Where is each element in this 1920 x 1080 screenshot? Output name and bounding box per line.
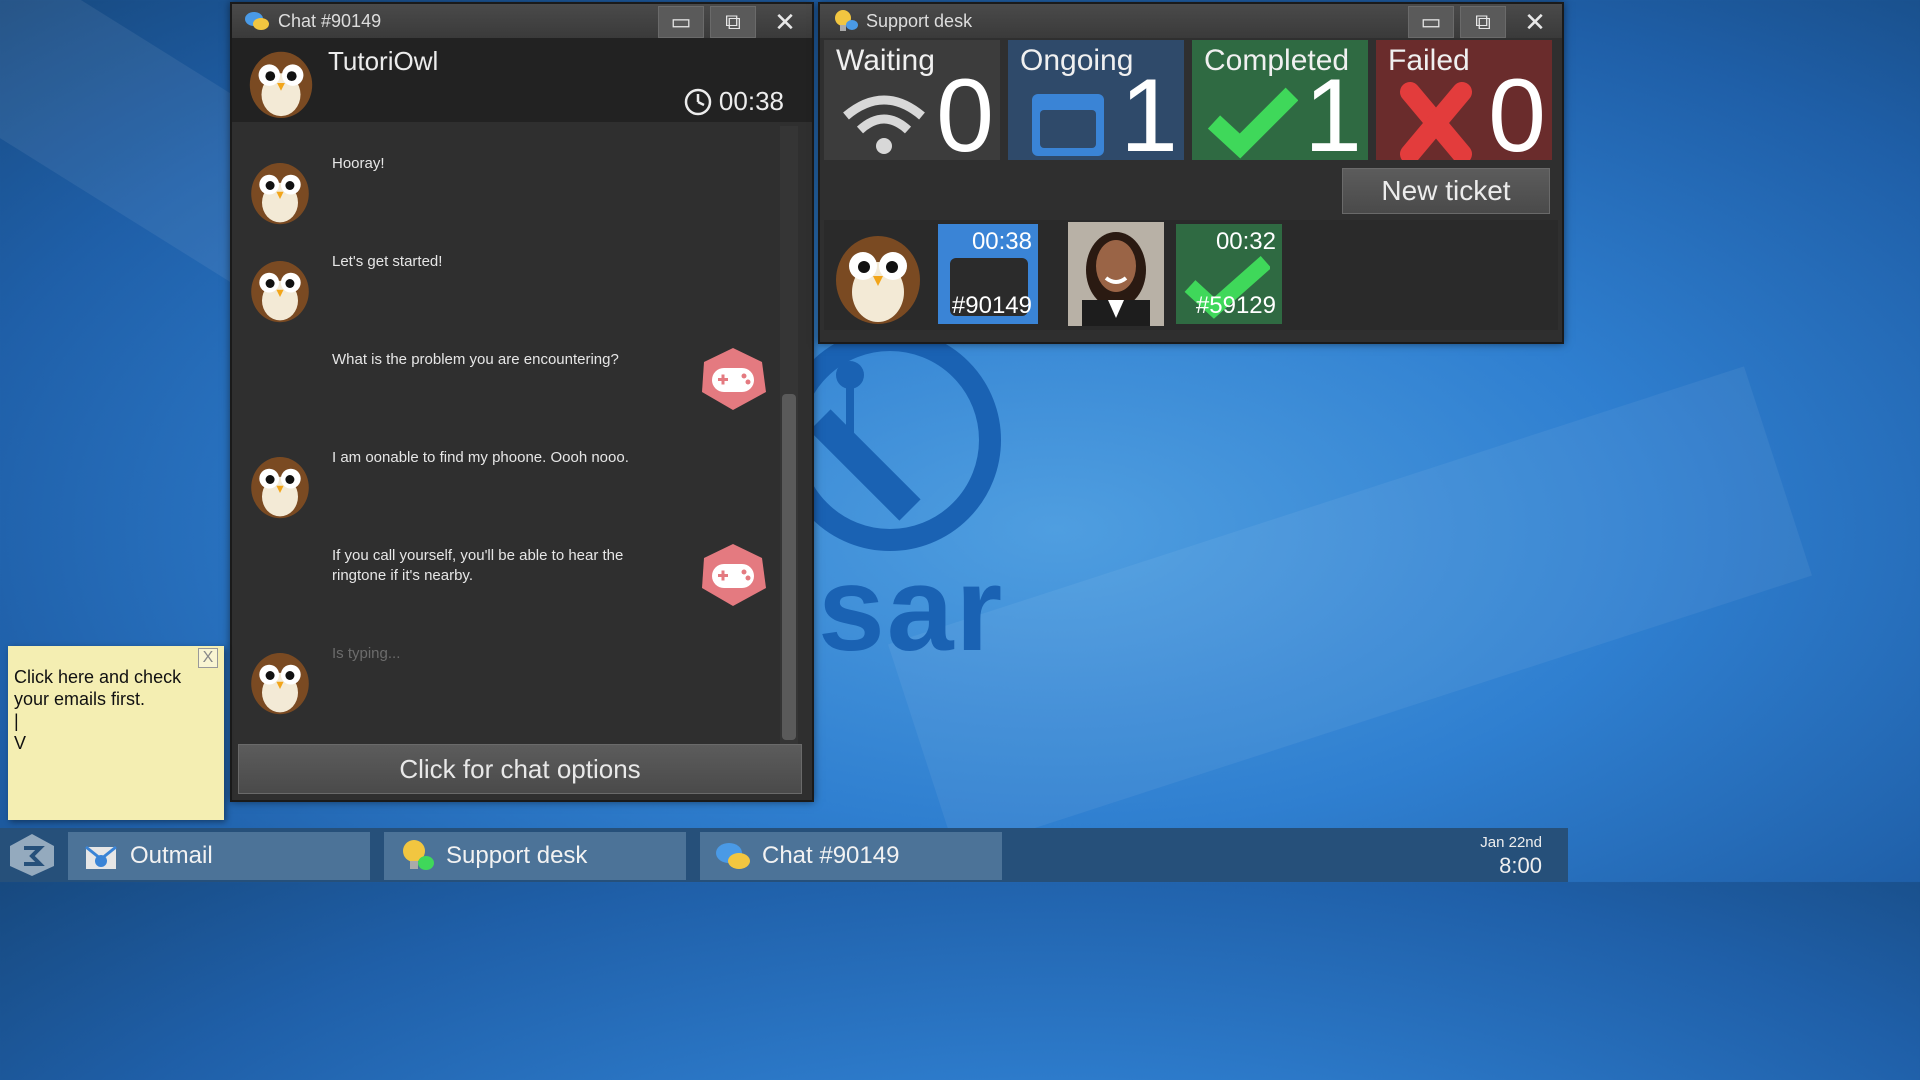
chat-timer-value: 00:38 [718,86,784,116]
chat-titlebar[interactable]: Chat #90149 ▭ ⧉ ✕ [232,4,812,38]
start-menu-icon[interactable] [6,832,58,878]
taskbar-item-chat[interactable]: Chat #90149 [700,832,1002,880]
ticket-id: #59129 [1195,292,1276,319]
mail-icon [85,845,117,869]
owl-avatar [249,51,313,119]
chat-message-text: I am oonable to find my phoone. Oooh noo… [332,449,629,466]
checkmark-icon [1207,87,1298,159]
stat-count: 0 [1488,58,1546,160]
lightbulb-icon [835,10,858,31]
chat-message: Let's get started! [236,248,766,344]
chat-message-text: What is the problem you are encountering… [332,351,619,368]
chat-message-text: Hooray! [332,155,385,172]
chat-message: I am oonable to find my phoone. Oooh noo… [236,444,766,540]
stat-label: Failed [1388,44,1470,77]
clock-icon [684,88,712,115]
stat-completed: Completed 1 [1192,40,1368,160]
chat-message: Is typing... [236,640,766,736]
cross-icon [1400,82,1472,160]
maximize-icon: ⧉ [1475,9,1491,34]
ticket-time: 00:38 [971,228,1032,255]
stat-count: 1 [1120,58,1178,160]
chat-scrollbar[interactable] [780,126,798,744]
support-desk-titlebar[interactable]: Support desk ▭ ⧉ ✕ [820,4,1562,38]
stat-count: 1 [1304,58,1362,160]
minimize-icon: ▭ [670,9,692,34]
chat-timer: 00:38 [683,86,784,117]
sticky-note-text[interactable]: Click here and check your emails first. … [14,666,210,754]
close-button[interactable]: ✕ [762,6,808,38]
owl-avatar [251,457,309,519]
chat-message-text: If you call yourself, you'll be able to … [332,547,624,584]
chat-message: If you call yourself, you'll be able to … [236,542,766,638]
maximize-button[interactable]: ⧉ [710,6,756,38]
stat-label: Waiting [836,44,935,77]
maximize-icon: ⧉ [725,9,741,34]
close-icon: ✕ [1524,6,1546,37]
close-icon: ✕ [774,6,796,37]
stat-count: 0 [936,58,994,160]
sticky-note[interactable]: X Click here and check your emails first… [8,646,224,820]
taskbar-item-label: Support desk [446,842,588,869]
taskbar: Outmail Support desk Chat #90149 Jan 22n… [0,828,1568,882]
ticket-list: 00:38 #90149 00:32 #59129 [824,220,1558,330]
owl-avatar [251,653,309,715]
chat-scrollbar-thumb[interactable] [782,394,796,740]
support-desk-title: Support desk [866,10,973,31]
window-icon [1032,94,1104,156]
customer-avatar[interactable] [1068,222,1164,326]
new-ticket-button[interactable]: New ticket [1342,168,1550,214]
support-desk-window[interactable]: Support desk ▭ ⧉ ✕ Waiting 0 Ongoing 1 C… [818,2,1564,344]
owl-avatar [251,261,309,323]
typing-indicator: Is typing... [332,645,401,662]
wallpaper-text: sar [818,542,1005,676]
agent-name: TutoriOwl [328,46,439,76]
ticket-card-90149[interactable]: 00:38 #90149 [938,224,1038,324]
chat-header: TutoriOwl 00:38 [232,38,812,122]
stat-waiting: Waiting 0 [824,40,1000,160]
taskbar-item-label: Outmail [130,842,213,869]
chat-window[interactable]: Chat #90149 ▭ ⧉ ✕ TutoriOwl 00:38 Hooray… [230,2,814,802]
close-button[interactable]: ✕ [1512,6,1558,38]
taskbar-item-label: Chat #90149 [762,842,900,869]
gamepad-icon [702,544,766,606]
taskbar-item-outmail[interactable]: Outmail [68,832,370,880]
chat-window-title: Chat #90149 [278,10,382,31]
chat-message: Hooray! [236,150,766,246]
maximize-button[interactable]: ⧉ [1460,6,1506,38]
owl-avatar [251,163,309,225]
sticky-note-close-button[interactable]: X [198,648,218,668]
chat-message: What is the problem you are encountering… [236,346,766,442]
chat-bubble-icon [245,12,269,30]
ticket-card-59129[interactable]: 00:32 #59129 [1176,224,1282,324]
lightbulb-icon [403,840,434,870]
minimize-button[interactable]: ▭ [1408,6,1454,38]
stat-label: Ongoing [1020,44,1134,77]
ticket-stats: Waiting 0 Ongoing 1 Completed 1 Failed 0 [824,40,1560,160]
chat-message-text: Let's get started! [332,253,443,270]
ticket-time: 00:32 [1215,228,1276,255]
clock-date: Jan 22nd [1480,834,1542,851]
stat-ongoing: Ongoing 1 [1008,40,1184,160]
wifi-icon [843,95,925,154]
taskbar-item-support-desk[interactable]: Support desk [384,832,686,880]
clock-time: 8:00 [1499,853,1542,878]
stat-failed: Failed 0 [1376,40,1552,160]
taskbar-clock[interactable]: Jan 22nd 8:00 [1480,834,1542,879]
ticket-id: #90149 [951,292,1032,319]
chat-options-button[interactable]: Click for chat options [238,744,802,794]
chat-bubble-icon [716,843,750,869]
chat-message-list[interactable]: Hooray! Let's get started! What is the p… [236,126,776,746]
gamepad-icon [702,348,766,410]
owl-avatar[interactable] [828,222,928,326]
minimize-icon: ▭ [1420,9,1442,34]
minimize-button[interactable]: ▭ [658,6,704,38]
